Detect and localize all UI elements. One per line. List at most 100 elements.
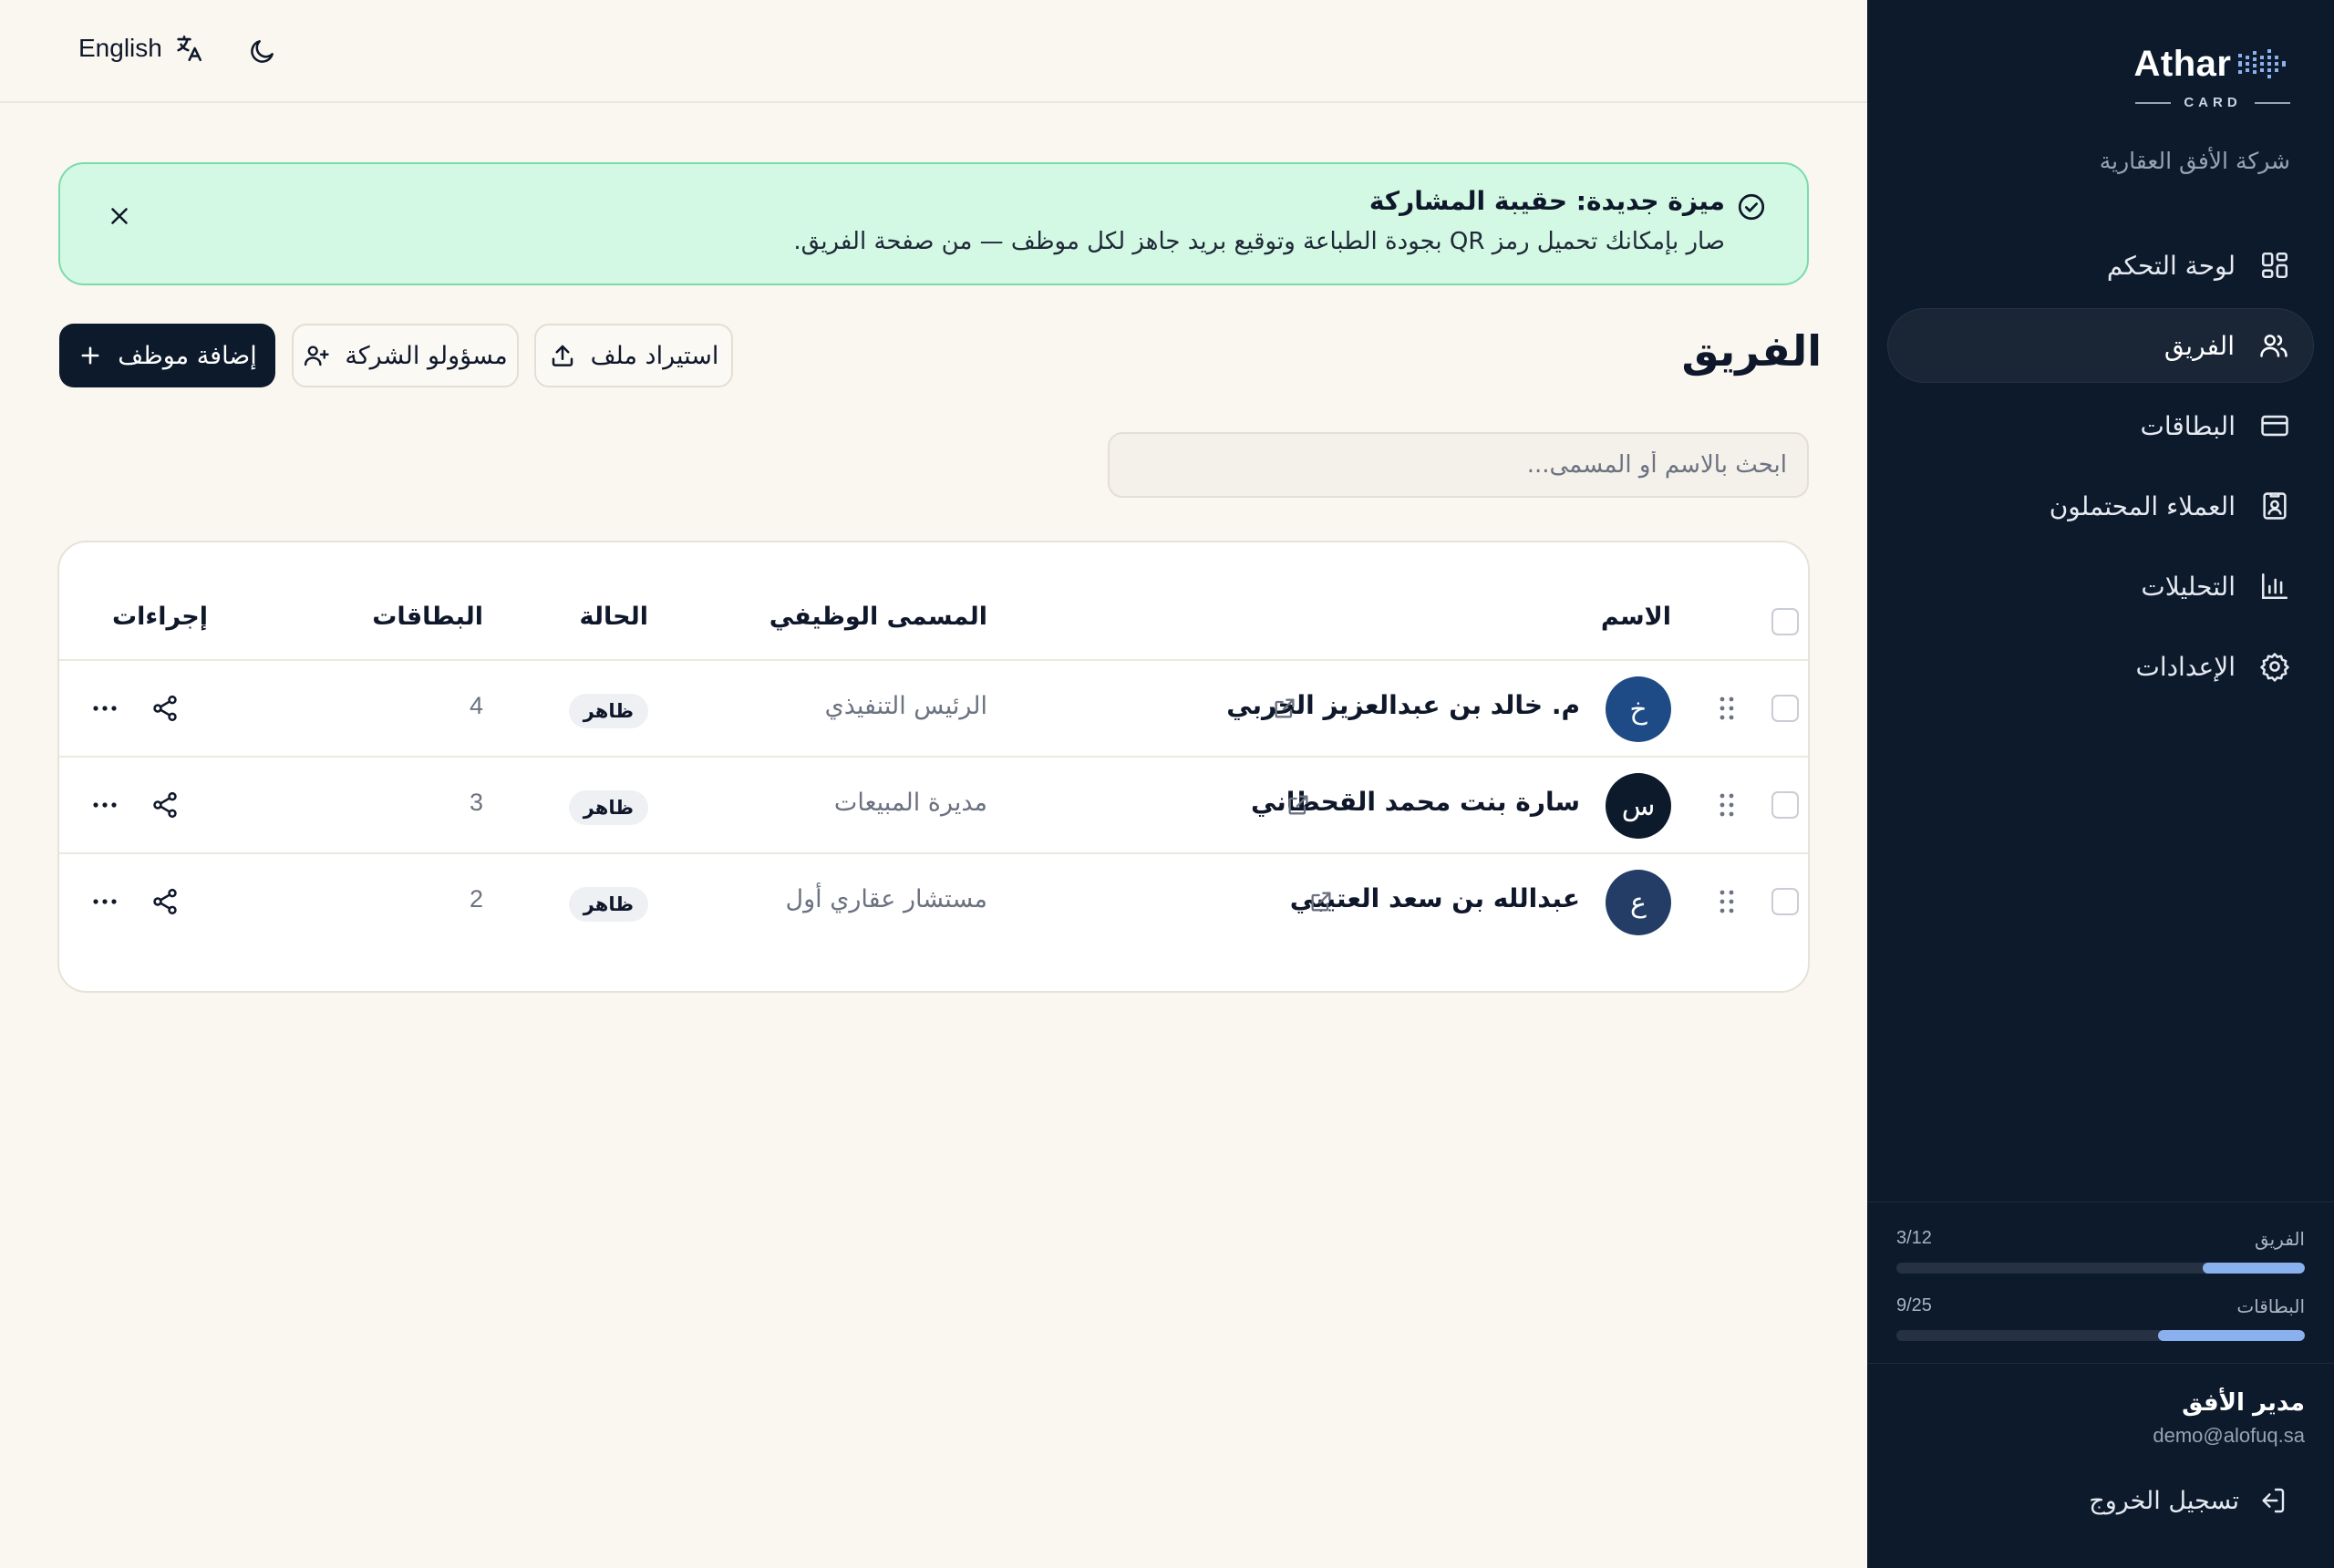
share-icon[interactable] [150,790,180,820]
upload-icon [549,342,576,369]
sidebar-item-label: لوحة التحكم [2106,250,2236,281]
feature-banner: ميزة جديدة: حقيبة المشاركة صار بإمكانك ت… [58,162,1809,285]
language-switch[interactable]: English [78,33,204,64]
more-actions-icon[interactable] [92,694,118,723]
employee-job-title: مستشار عقاري أول [785,885,987,913]
add-employee-button[interactable]: إضافة موظف [59,324,275,387]
share-icon[interactable] [150,694,180,723]
sidebar-item-label: الفريق [2164,330,2235,361]
add-employee-label: إضافة موظف [118,341,257,370]
cards-count: 4 [469,692,483,719]
header-job-title[interactable]: المسمى الوظيفي [769,603,987,631]
moon-icon [248,36,277,66]
more-actions-icon[interactable] [92,887,118,916]
sidebar-item-label: العملاء المحتملون [2049,490,2236,521]
user-info: مدير الأفق demo@alofuq.sa [2153,1389,2305,1448]
card-icon [2259,410,2290,441]
gear-icon [2259,651,2290,682]
status-badge: ظاهر [568,694,648,728]
usage-team-label: الفريق [2254,1228,2305,1250]
brand-name: Athar [2133,44,2232,84]
header-status[interactable]: الحالة [579,603,648,631]
usage-team-value: 3/12 [1896,1228,1932,1248]
external-link-icon[interactable] [1286,792,1311,818]
row-checkbox[interactable] [1771,888,1799,915]
avatar: خ [1606,676,1671,742]
contact-icon [2259,490,2290,521]
usage-cards-bar [1896,1330,2305,1341]
sidebar-item-label: التحليلات [2141,571,2236,602]
share-icon[interactable] [150,887,180,916]
table-row[interactable]: س سارة بنت محمد القحطاني مديرة المبيعات … [59,758,1808,854]
sidebar-item-dashboard[interactable]: لوحة التحكم [1887,228,2314,303]
soundwave-icon [2236,48,2291,79]
brand-subtitle: CARD [2184,95,2242,110]
sidebar-nav: لوحة التحكم الفريق البطاقات العملاء المح… [1887,228,2314,709]
more-actions-icon[interactable] [92,790,118,820]
banner-title: ميزة جديدة: حقيبة المشاركة [1368,186,1725,216]
usage-team-bar [1896,1263,2305,1274]
avatar: س [1606,773,1671,839]
users-icon [2258,330,2289,361]
bar-chart-icon [2259,571,2290,602]
cards-count: 3 [469,789,483,816]
sidebar-item-label: الإعدادات [2135,651,2236,682]
avatar: ع [1606,870,1671,935]
check-circle-icon [1736,191,1767,222]
banner-close-button[interactable] [106,202,133,230]
company-admins-label: مسؤولو الشركة [345,341,508,370]
user-email: demo@alofuq.sa [2153,1424,2305,1447]
sidebar-item-team[interactable]: الفريق [1887,308,2314,383]
company-name: شركة الأفق العقارية [2099,148,2290,174]
row-checkbox[interactable] [1771,791,1799,819]
table-row[interactable]: خ م. خالد بن عبدالعزيز الحربي الرئيس الت… [59,661,1808,758]
logout-icon [2257,1486,2287,1515]
import-file-label: استيراد ملف [590,341,719,370]
usage-cards-value: 9/25 [1896,1295,1932,1315]
table-row[interactable]: ع عبدالله بن سعد العتيبي مستشار عقاري أو… [59,854,1808,951]
import-file-button[interactable]: استيراد ملف [534,324,733,387]
employee-job-title: مديرة المبيعات [833,789,987,817]
search-input[interactable] [1108,432,1809,498]
drag-handle-icon[interactable] [1719,888,1735,915]
drag-handle-icon[interactable] [1719,695,1735,722]
plus-icon [77,343,103,368]
external-link-icon[interactable] [1308,889,1334,914]
language-label: English [78,34,162,62]
employee-job-title: الرئيس التنفيذي [824,692,987,720]
row-checkbox[interactable] [1771,695,1799,722]
drag-handle-icon[interactable] [1719,791,1735,819]
translate-icon [173,33,204,64]
cards-count: 2 [469,885,483,913]
usage-cards-label: البطاقات [2236,1295,2305,1317]
company-admins-button[interactable]: مسؤولو الشركة [292,324,519,387]
sidebar-item-leads[interactable]: العملاء المحتملون [1887,469,2314,543]
theme-toggle[interactable] [248,36,277,66]
sidebar-item-analytics[interactable]: التحليلات [1887,549,2314,624]
header-actions: إجراءات [112,603,208,631]
external-link-icon[interactable] [1272,696,1297,721]
sidebar-item-cards[interactable]: البطاقات [1887,388,2314,463]
usage-panel: 3/12 الفريق 9/25 البطاقات [1867,1202,2334,1364]
page-title: الفريق [1681,326,1823,376]
header-name[interactable]: الاسم [1601,603,1671,631]
sidebar-item-settings[interactable]: الإعدادات [1887,629,2314,704]
user-name: مدير الأفق [2182,1389,2305,1417]
dashboard-icon [2259,250,2290,281]
select-all-checkbox[interactable] [1771,608,1799,635]
logout-label: تسجيل الخروج [2089,1486,2239,1515]
topbar: English [0,0,1867,103]
sidebar: Athar CARD شركة الأفق العقارية لوحة التح… [1867,0,2334,1568]
logout-button[interactable]: تسجيل الخروج [2089,1486,2287,1515]
status-badge: ظاهر [568,790,648,825]
sidebar-item-label: البطاقات [2140,410,2236,441]
brand-logo[interactable]: Athar CARD [2133,44,2291,110]
user-plus-icon [303,342,330,369]
banner-text: صار بإمكانك تحميل رمز QR بجودة الطباعة و… [793,228,1725,255]
header-cards[interactable]: البطاقات [372,603,483,631]
usage-team: 3/12 الفريق [1896,1228,2305,1274]
status-badge: ظاهر [568,887,648,922]
team-table: الاسم المسمى الوظيفي الحالة البطاقات إجر… [57,541,1810,993]
close-icon [106,202,133,230]
usage-cards: 9/25 البطاقات [1896,1295,2305,1341]
